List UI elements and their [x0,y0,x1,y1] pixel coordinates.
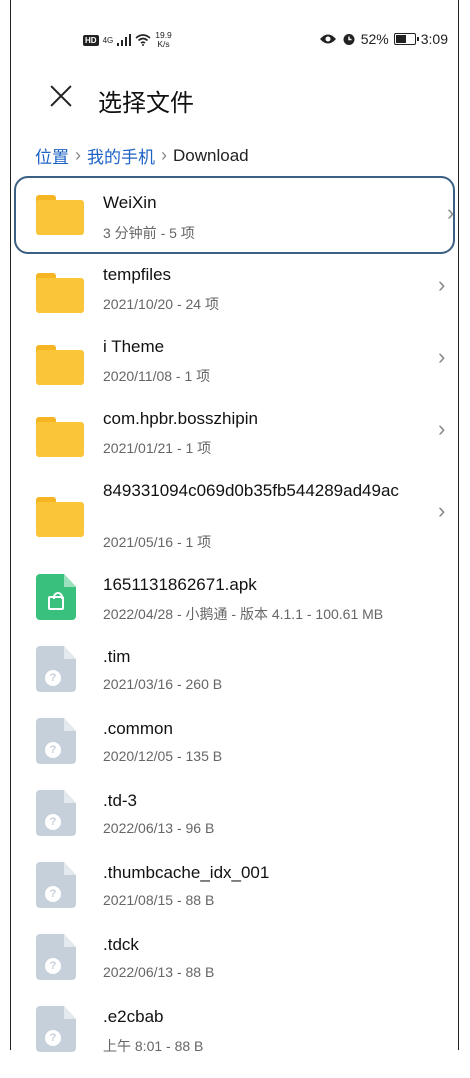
file-name: tempfiles [103,265,172,284]
file-name: .td-3 [103,791,138,810]
chevron-right-icon: › [75,145,81,165]
file-name: 1651131862671.apk [103,575,257,594]
hd-icon: HD [83,34,99,46]
chevron-right-icon: › [438,416,446,441]
network-type: 4G [102,35,114,45]
chevron-right-icon: › [438,344,446,369]
folder-row-hash[interactable]: 849331094c069d0b35fb544289ad49ac 2021/05… [11,480,458,580]
file-meta: 2021/10/20 - 24 项 [103,296,219,312]
file-name: WeiXin [103,193,157,212]
battery-icon [393,33,419,45]
folder-row-bosszhipin[interactable]: com.hpbr.bosszhipin 2021/01/21 - 1 项 › [11,408,458,480]
folder-icon [36,417,84,457]
file-meta: 2022/06/13 - 96 B [103,820,215,836]
wifi-icon [135,34,151,46]
clock: 3:09 [420,31,448,47]
eye-icon [319,34,336,44]
file-name: 849331094c069d0b35fb544289ad49ac [103,481,399,500]
unknown-file-icon: ? [36,934,76,980]
file-row-tim[interactable]: ? .tim 2021/03/16 - 260 B [11,646,458,718]
file-meta: 2022/06/13 - 88 B [103,964,215,980]
breadcrumb-download: Download [173,145,249,165]
folder-row-tempfiles[interactable]: tempfiles 2021/10/20 - 24 项 › [11,264,458,336]
file-row-thumbcache[interactable]: ? .thumbcache_idx_001 2021/08/15 - 88 B [11,862,458,934]
breadcrumb: 位置 › 我的手机 › Download [35,143,249,168]
chevron-right-icon: › [447,200,455,225]
file-meta: 上午 8:01 - 88 B [103,1038,204,1054]
unknown-file-icon: ? [36,862,76,908]
file-name: .e2cbab [103,1007,164,1026]
folder-icon [36,273,84,313]
file-meta: 2021/03/16 - 260 B [103,676,223,692]
file-name: .common [103,719,173,738]
folder-icon [36,497,84,537]
file-row-common[interactable]: ? .common 2020/12/05 - 135 B [11,718,458,790]
file-row-tdck[interactable]: ? .tdck 2022/06/13 - 88 B [11,934,458,1006]
file-row-td-3[interactable]: ? .td-3 2022/06/13 - 96 B [11,790,458,862]
app-header: 选择文件 [11,75,458,121]
file-meta: 2020/11/08 - 1 项 [103,368,211,384]
file-name: .tim [103,647,131,666]
status-right: 52% 3:09 [319,31,448,47]
alarm-icon [343,34,355,45]
chevron-right-icon: › [161,145,167,165]
chevron-right-icon: › [438,272,446,297]
file-meta: 3 分钟前 - 5 项 [103,225,195,241]
file-name: .thumbcache_idx_001 [103,863,270,882]
folder-row-weixin[interactable]: WeiXin 3 分钟前 - 5 项 › [14,176,455,254]
file-meta: 2021/05/16 - 1 项 [103,534,212,550]
signal-icon [117,34,132,46]
file-name: com.hpbr.bosszhipin [103,409,258,428]
folder-row-itheme[interactable]: i Theme 2020/11/08 - 1 项 › [11,336,458,408]
speed-unit: K/s [157,39,170,49]
file-meta: 2022/04/28 - 小鹅通 - 版本 4.1.1 - 100.61 MB [103,606,384,622]
phone-frame: HD 4G 19.9 K/s 52% 3:09 选择文件 位置 › 我的手机 ›… [10,0,459,1054]
file-name: i Theme [103,337,165,356]
close-icon[interactable] [46,81,76,111]
breadcrumb-location[interactable]: 位置 [35,143,69,168]
unknown-file-icon: ? [36,646,76,692]
file-row-e2cbab[interactable]: ? .e2cbab 上午 8:01 - 88 B [11,1006,458,1078]
file-name: .tdck [103,935,139,954]
file-meta: 2020/12/05 - 135 B [103,748,223,764]
network-speed: 19.9 K/s [155,31,172,49]
folder-icon [36,345,84,385]
breadcrumb-my-phone[interactable]: 我的手机 [87,143,155,168]
file-meta: 2021/08/15 - 88 B [103,892,215,908]
unknown-file-icon: ? [36,790,76,836]
chevron-right-icon: › [438,498,446,523]
file-row-apk[interactable]: 1651131862671.apk 2022/04/28 - 小鹅通 - 版本 … [11,574,458,646]
battery-percent: 52% [360,31,389,47]
file-meta: 2021/01/21 - 1 项 [103,440,212,456]
unknown-file-icon: ? [36,718,76,764]
unknown-file-icon: ? [36,1006,76,1052]
status-bar: HD 4G 19.9 K/s 52% 3:09 [11,0,458,80]
page-title: 选择文件 [98,89,194,117]
apk-file-icon [36,574,76,620]
folder-icon [36,195,84,235]
status-left: HD 4G 19.9 K/s [83,31,172,49]
